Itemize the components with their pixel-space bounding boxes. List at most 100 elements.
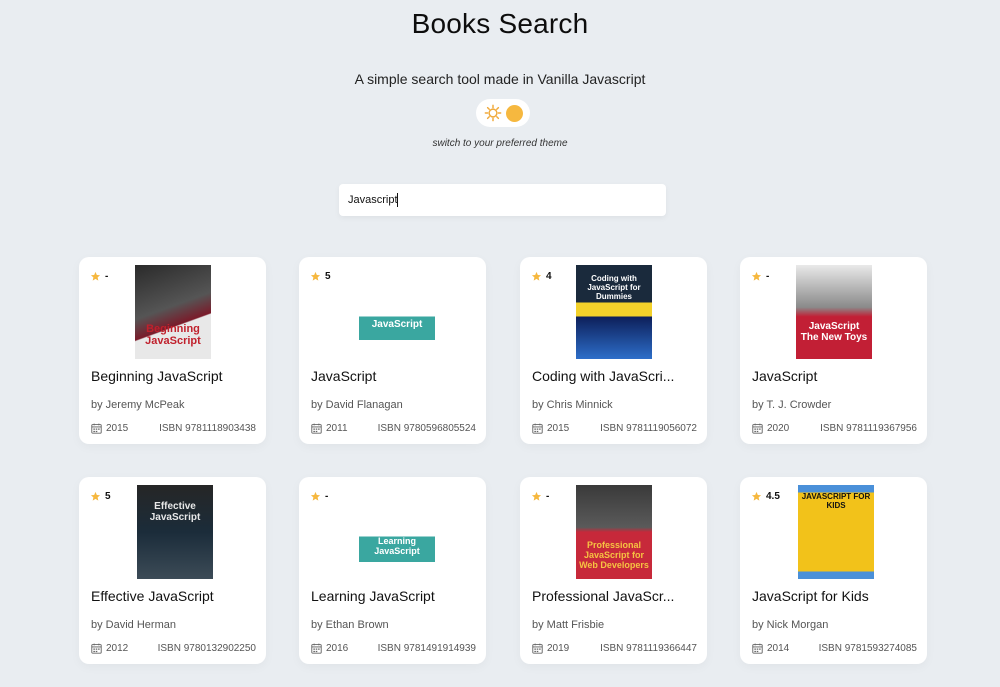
cover-text: JavaScript The New Toys bbox=[800, 321, 868, 343]
year-value: 2014 bbox=[767, 643, 790, 654]
book-meta: 2019 ISBN 9781119366447 bbox=[532, 643, 697, 654]
book-card[interactable]: 5 JavaScript JavaScript by David Flanagan 20… bbox=[299, 257, 486, 444]
star-icon bbox=[90, 271, 101, 282]
book-isbn: ISBN 9781491914939 bbox=[377, 643, 476, 654]
calendar-icon bbox=[752, 423, 763, 434]
book-title[interactable]: JavaScript bbox=[311, 368, 481, 384]
star-icon bbox=[90, 491, 101, 502]
star-icon bbox=[751, 491, 762, 502]
toggle-knob[interactable] bbox=[505, 104, 523, 122]
calendar-icon bbox=[91, 643, 102, 654]
book-author: by David Flanagan bbox=[311, 399, 403, 411]
rating: 5 bbox=[90, 491, 111, 502]
book-isbn: ISBN 9780596805524 bbox=[377, 423, 476, 434]
calendar-icon bbox=[752, 643, 763, 654]
cover-text: Effective JavaScript bbox=[149, 501, 201, 523]
book-isbn: ISBN 9781119056072 bbox=[600, 423, 697, 434]
book-title[interactable]: Effective JavaScript bbox=[91, 588, 261, 604]
book-title[interactable]: Beginning JavaScript bbox=[91, 368, 261, 384]
book-cover[interactable]: Learning JavaScript bbox=[359, 485, 435, 579]
book-title[interactable]: Learning JavaScript bbox=[311, 588, 481, 604]
book-title[interactable]: JavaScript for Kids bbox=[752, 588, 922, 604]
book-year: 2012 bbox=[91, 643, 128, 654]
calendar-icon bbox=[311, 423, 322, 434]
book-meta: 2011 ISBN 9780596805524 bbox=[311, 423, 476, 434]
book-meta: 2015 ISBN 9781119056072 bbox=[532, 423, 697, 434]
book-cover[interactable]: Coding with JavaScript for Dummies bbox=[576, 265, 652, 359]
rating-value: - bbox=[105, 271, 109, 282]
year-value: 2015 bbox=[106, 423, 129, 434]
rating: - bbox=[310, 491, 328, 502]
calendar-icon bbox=[532, 423, 543, 434]
book-isbn: ISBN 9780132902250 bbox=[157, 643, 256, 654]
book-cover[interactable]: JAVASCRIPT FOR KIDS bbox=[798, 485, 874, 579]
rating: - bbox=[90, 271, 108, 282]
book-card[interactable]: 4 Coding with JavaScript for Dummies Codin… bbox=[520, 257, 707, 444]
book-author: by David Herman bbox=[91, 619, 176, 631]
year-value: 2020 bbox=[767, 423, 790, 434]
book-title[interactable]: Coding with JavaScri... bbox=[532, 368, 702, 384]
text-caret bbox=[397, 193, 398, 207]
book-title[interactable]: Professional JavaScr... bbox=[532, 588, 702, 604]
book-year: 2014 bbox=[752, 643, 789, 654]
book-meta: 2012 ISBN 9780132902250 bbox=[91, 643, 256, 654]
star-icon bbox=[751, 271, 762, 282]
rating: 4 bbox=[531, 271, 552, 282]
book-cover[interactable]: Effective JavaScript bbox=[137, 485, 213, 579]
book-isbn: ISBN 9781119366447 bbox=[600, 643, 697, 654]
calendar-icon bbox=[311, 643, 322, 654]
cover-text: Learning JavaScript bbox=[374, 536, 420, 556]
book-cover[interactable]: JavaScript The New Toys bbox=[796, 265, 872, 359]
year-value: 2019 bbox=[547, 643, 570, 654]
year-value: 2011 bbox=[326, 423, 348, 434]
book-card[interactable]: 5 Effective JavaScript Effective JavaScrip… bbox=[79, 477, 266, 664]
rating-value: - bbox=[546, 491, 550, 502]
search-input[interactable] bbox=[339, 184, 666, 216]
cover-text: Coding with JavaScript for Dummies bbox=[587, 274, 641, 301]
book-card[interactable]: 4.5 JAVASCRIPT FOR KIDS JavaScript for Kid… bbox=[740, 477, 927, 664]
star-icon bbox=[531, 491, 542, 502]
page-subtitle: A simple search tool made in Vanilla Jav… bbox=[354, 71, 646, 87]
rating-value: - bbox=[766, 271, 770, 282]
book-card[interactable]: - JavaScript The New Toys JavaScript by T. … bbox=[740, 257, 927, 444]
book-title[interactable]: JavaScript bbox=[752, 368, 922, 384]
cover-text: Beginning JavaScript bbox=[145, 323, 201, 348]
rating-value: 5 bbox=[105, 491, 111, 502]
book-year: 2015 bbox=[91, 423, 128, 434]
book-card[interactable]: - Learning JavaScript Learning JavaScript b… bbox=[299, 477, 486, 664]
book-author: by Jeremy McPeak bbox=[91, 399, 185, 411]
book-meta: 2015 ISBN 9781118903438 bbox=[91, 423, 256, 434]
star-icon bbox=[531, 271, 542, 282]
calendar-icon bbox=[532, 643, 543, 654]
book-isbn: ISBN 9781118903438 bbox=[159, 423, 256, 434]
book-meta: 2014 ISBN 9781593274085 bbox=[752, 643, 917, 654]
book-author: by T. J. Crowder bbox=[752, 399, 832, 411]
rating-value: 4.5 bbox=[766, 491, 780, 502]
cover-text: JAVASCRIPT FOR KIDS bbox=[801, 492, 871, 510]
rating-value: 4 bbox=[546, 271, 552, 282]
book-isbn: ISBN 9781119367956 bbox=[820, 423, 917, 434]
page: Books Search A simple search tool made i… bbox=[0, 0, 1000, 687]
cover-text: Professional JavaScript for Web Develope… bbox=[579, 540, 649, 570]
book-year: 2011 bbox=[311, 423, 348, 434]
rating: - bbox=[751, 271, 769, 282]
book-cover[interactable]: JavaScript bbox=[359, 265, 435, 359]
rating: 4.5 bbox=[751, 491, 780, 502]
sun-icon bbox=[484, 104, 501, 122]
book-isbn: ISBN 9781593274085 bbox=[818, 643, 917, 654]
book-cover[interactable]: Beginning JavaScript bbox=[135, 265, 211, 359]
book-year: 2016 bbox=[311, 643, 348, 654]
book-author: by Matt Frisbie bbox=[532, 619, 605, 631]
calendar-icon bbox=[91, 423, 102, 434]
year-value: 2016 bbox=[326, 643, 349, 654]
theme-toggle[interactable] bbox=[476, 99, 530, 127]
book-author: by Nick Morgan bbox=[752, 619, 829, 631]
book-card[interactable]: - Professional JavaScript for Web Develop… bbox=[520, 477, 707, 664]
cover-text: JavaScript bbox=[371, 319, 423, 330]
rating: - bbox=[531, 491, 549, 502]
star-icon bbox=[310, 491, 321, 502]
book-year: 2019 bbox=[532, 643, 569, 654]
star-icon bbox=[310, 271, 321, 282]
book-cover[interactable]: Professional JavaScript for Web Develope… bbox=[576, 485, 652, 579]
book-card[interactable]: - Beginning JavaScript Beginning JavaScrip… bbox=[79, 257, 266, 444]
